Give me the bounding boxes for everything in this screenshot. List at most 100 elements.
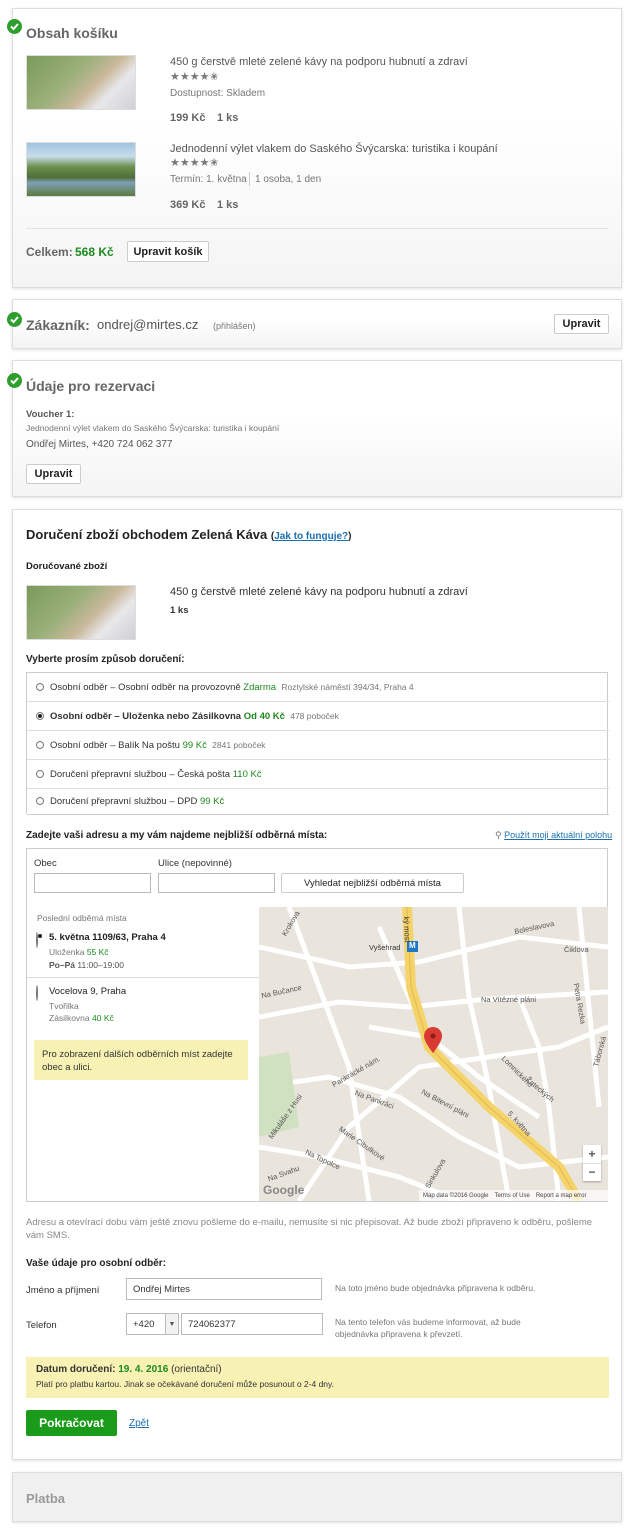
date-label: Datum doručení: — [36, 1364, 116, 1375]
pickup-name: 5. května 1109/63, Praha 4 — [49, 932, 166, 943]
option-price: 99 Kč — [199, 795, 225, 807]
edit-customer-button[interactable]: Upravit — [554, 314, 609, 334]
customer-section: Zákazník: ondrej@mirtes.cz (přihlášen) U… — [7, 299, 622, 349]
cart-title: Obsah košíku — [26, 25, 118, 41]
phone-prefix-select[interactable]: +420 ▼ — [126, 1313, 179, 1335]
hours-time: 11:00–19:00 — [77, 960, 125, 970]
option-label: Osobní odběr – Uloženka nebo Zásilkovna — [50, 710, 242, 722]
radio-button-selected[interactable] — [36, 712, 44, 720]
phone-label: Telefon — [26, 1320, 57, 1331]
pickup-provider: Tvořilka — [49, 1001, 79, 1011]
date-detail: Platí pro platbu kartou. Jinak se očekáv… — [36, 1379, 334, 1389]
street-input[interactable] — [158, 873, 275, 893]
persons: 1 osoba, 1 den — [255, 174, 322, 185]
total-value: 568 Kč — [75, 245, 114, 259]
report-error-link[interactable]: Report a map error — [536, 1193, 587, 1199]
edit-reservation-button[interactable]: Upravit — [26, 464, 81, 484]
street-label: Ulice (nepovinné) — [158, 858, 232, 869]
name-input[interactable]: Ondřej Mirtes — [126, 1278, 322, 1300]
option-price: 99 Kč — [182, 739, 207, 751]
payment-section[interactable]: Platba — [12, 1472, 622, 1522]
cart-item-name[interactable]: Jednodenní výlet vlakem do Saského Švýca… — [170, 143, 498, 155]
terms-link[interactable]: Terms of Use — [494, 1193, 529, 1199]
divider — [249, 172, 250, 186]
pickup-finder: Obec Ulice (nepovinné) Vyhledat nejbližš… — [26, 848, 608, 1202]
delivery-option[interactable]: Osobní odběr – Uloženka nebo Zásilkovna … — [27, 702, 609, 731]
back-link[interactable]: Zpět — [129, 1418, 149, 1429]
payment-title: Platba — [26, 1491, 66, 1506]
voucher-name: Jednodenní výlet vlakem do Saského Švýca… — [26, 423, 280, 433]
radio-button[interactable] — [36, 985, 38, 1001]
recent-label: Poslední odběrná místa — [37, 913, 127, 923]
pickup-provider: Uloženka 55 Kč — [49, 947, 109, 957]
total-label: Celkem: — [26, 245, 73, 259]
radio-button[interactable] — [36, 797, 44, 805]
provider-name: Zásilkovna — [49, 1013, 90, 1023]
zoom-out-button[interactable]: − — [583, 1164, 601, 1181]
goods-label: Doručované zboží — [26, 561, 108, 572]
city-input[interactable] — [34, 873, 151, 893]
pickup-point[interactable]: 5. května 1109/63, Praha 4 Uloženka 55 K… — [27, 927, 259, 978]
radio-button[interactable] — [36, 683, 44, 691]
divider — [26, 228, 608, 229]
hint-box: Pro zobrazení dalších odběrních míst zad… — [34, 1040, 248, 1080]
address-prompt: Zadejte vaši adresu a my vám najdeme nej… — [26, 830, 328, 841]
goods-name: 450 g čerstvě mleté zelené kávy na podpo… — [170, 586, 468, 598]
date-note: (orientační) — [171, 1364, 222, 1375]
pickup-provider-2: Zásilkovna 40 Kč — [49, 1013, 114, 1023]
reservation-person: Ondřej Mirtes, +420 724 062 377 — [26, 439, 173, 450]
edit-cart-button[interactable]: Upravit košík — [127, 241, 209, 262]
hours-days: Po–Pá — [49, 960, 75, 970]
option-label: Doručení přepravní službou – Česká pošta — [50, 768, 231, 780]
map[interactable]: M Krokova Vyšehrad Boleslavova Čiklova N… — [259, 907, 608, 1201]
pickup-hours: Po–Pá 11:00–19:00 — [49, 960, 124, 970]
your-details-label: Vaše údaje pro osobní odběr: — [26, 1258, 167, 1269]
item-qty: 1 ks — [217, 112, 239, 124]
option-price: 110 Kč — [232, 768, 262, 780]
zoom-in-button[interactable]: + — [583, 1145, 601, 1164]
map-data-text: Map data ©2016 Google — [423, 1192, 489, 1199]
delivery-option[interactable]: Osobní odběr – Osobní odběr na provozovn… — [27, 673, 609, 702]
map-label: Čiklova — [564, 945, 589, 954]
option-note: 2841 poboček — [212, 740, 266, 750]
map-pin-dot — [430, 1033, 436, 1039]
reservation-title: Údaje pro rezervaci — [26, 378, 156, 394]
option-label: Osobní odběr – Balík Na poštu — [50, 739, 180, 751]
continue-button[interactable]: Pokračovat — [26, 1410, 117, 1436]
name-label: Jméno a příjmení — [26, 1285, 100, 1296]
coffee-product-image[interactable] — [26, 55, 136, 110]
item-qty: 1 ks — [217, 199, 239, 211]
radio-button[interactable] — [36, 770, 44, 778]
provider-price: 55 Kč — [86, 947, 109, 957]
delivery-options: Osobní odběr – Osobní odběr na provozovn… — [26, 672, 609, 815]
trip-product-image[interactable] — [26, 142, 136, 197]
delivery-option[interactable]: Doručení přepravní službou – DPD 99 Kč — [27, 788, 609, 815]
search-pickup-button[interactable]: Vyhledat nejbližší odběrná místa — [281, 873, 464, 893]
hint-text: Pro zobrazení dalších odběrních míst zad… — [42, 1049, 233, 1073]
date-value: 19. 4. 2016 — [118, 1364, 169, 1375]
map-label: Na Vítězné pláni — [481, 995, 537, 1004]
login-status: (přihlášen) — [213, 321, 256, 331]
item-price: 369 Kč — [170, 199, 206, 211]
pickup-name: Vocelova 9, Praha — [49, 986, 127, 997]
delivery-option[interactable]: Osobní odběr – Balík Na poštu 99 Kč 2841… — [27, 731, 609, 760]
phone-input[interactable]: 724062377 — [181, 1313, 323, 1335]
zoom-control: + − — [583, 1145, 601, 1181]
check-icon — [7, 373, 22, 388]
how-it-works-link[interactable]: Jak to funguje? — [274, 531, 348, 542]
delivery-option[interactable]: Doručení přepravní službou – Česká pošta… — [27, 760, 609, 789]
radio-button[interactable] — [36, 741, 44, 749]
info-note: Adresu a otevírací dobu vám ještě znovu … — [26, 1217, 593, 1241]
pickup-point[interactable]: Vocelova 9, Praha Tvořilka Zásilkovna 40… — [27, 979, 259, 1029]
location-pin-icon: ⚲ — [495, 830, 502, 840]
delivery-title-text: Doručení zboží obchodem Zelená Káva — [26, 527, 268, 542]
radio-button-selected[interactable] — [36, 932, 38, 948]
option-label: Doručení přepravní službou – DPD — [50, 795, 198, 807]
use-location-link[interactable]: Použít moji aktuální polohu — [504, 830, 612, 840]
option-note: Roztylské náměstí 394/34, Praha 4 — [281, 682, 414, 692]
cart-item-name[interactable]: 450 g čerstvě mleté zelené kávy na podpo… — [170, 56, 468, 68]
item-price: 199 Kč — [170, 112, 206, 124]
location-link-wrap: ⚲ Použít moji aktuální polohu — [495, 830, 612, 841]
rating-stars: ★★★★✬ — [170, 71, 219, 83]
provider-price: 40 Kč — [92, 1013, 114, 1023]
